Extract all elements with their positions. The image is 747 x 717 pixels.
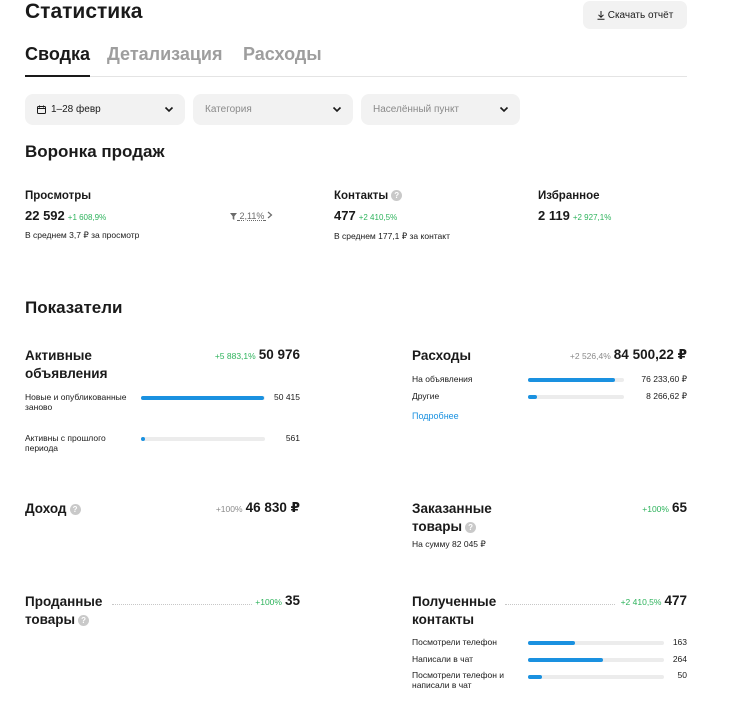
- bar-fill: [528, 641, 575, 645]
- bar-fill: [528, 395, 538, 399]
- locality-placeholder: Населённый пункт: [373, 104, 460, 115]
- ordered-note: На сумму 82 045 ₽: [412, 539, 486, 549]
- funnel-title: Воронка продаж: [25, 142, 165, 161]
- bar-value: 76 233,60 ₽: [641, 374, 687, 384]
- contacts-delta: +2 410,5%: [358, 213, 398, 222]
- bar-value: 163: [672, 637, 687, 647]
- expenses-head: +2 526,4% 84 500,22 ₽: [500, 347, 687, 363]
- contacts-value: 477 +2 410,5%: [334, 208, 398, 223]
- period-value: 1–28 февр: [51, 104, 101, 115]
- ordered-pct: +100%: [642, 504, 669, 514]
- chevron-down-icon: [164, 106, 174, 113]
- expenses-more-link[interactable]: Подробнее: [412, 411, 459, 421]
- chevron-right-icon: [267, 211, 273, 219]
- period-select[interactable]: 1–28 февр: [25, 94, 185, 125]
- received-contacts-title: Полученные контакты: [412, 594, 497, 627]
- indicators-title: Показатели: [25, 298, 123, 317]
- active-ads-value: 50 976: [258, 347, 300, 362]
- sold-title: Проданные товары?: [25, 594, 103, 627]
- active-ads-title: Активные объявления: [25, 348, 108, 381]
- views-label: Просмотры: [25, 190, 92, 202]
- bar-fill: [141, 437, 146, 441]
- tab-summary[interactable]: Сводка: [25, 44, 91, 77]
- bar-label: Посмотрели телефон и написали в чат: [412, 670, 505, 690]
- ordered-head: +100% 65: [560, 500, 687, 515]
- favorites-delta: +2 927,1%: [572, 213, 612, 222]
- conversion-value: 2,11%: [239, 211, 265, 221]
- help-icon[interactable]: ?: [391, 190, 403, 201]
- sold-value: 35: [284, 593, 300, 608]
- download-report-label: Скачать отчёт: [607, 9, 674, 21]
- expenses-title: Расходы: [412, 348, 472, 363]
- page-title: Статистика: [25, 0, 143, 23]
- views-delta: +1 608,9%: [67, 213, 107, 222]
- favorites-label: Избранное: [538, 190, 600, 202]
- bar-label: Другие: [412, 391, 440, 401]
- tab-bar: Сводка Детализация Расходы: [25, 44, 687, 77]
- income-pct: +100%: [215, 504, 243, 514]
- bar-label: Посмотрели телефон: [412, 637, 497, 647]
- bar-fill: [528, 658, 604, 662]
- income-head: +100% 46 830 ₽: [150, 500, 300, 516]
- bar-fill: [528, 675, 543, 679]
- expenses-pct: +2 526,4%: [569, 351, 611, 361]
- help-icon[interactable]: ?: [465, 522, 477, 533]
- locality-select[interactable]: Населённый пункт: [361, 94, 520, 125]
- sold-pct: +100%: [255, 597, 282, 607]
- bar-label: Активны с прошлого периода: [25, 433, 106, 453]
- received-contacts-head: +2 410,5% 477: [560, 593, 687, 608]
- income-value: 46 830 ₽: [245, 500, 300, 515]
- contacts-sub: В среднем 177,1 ₽ за контакт: [334, 231, 450, 241]
- active-ads-head: +5 883,1% 50 976: [150, 347, 300, 362]
- bar-value: 264: [672, 654, 687, 664]
- bar-label: Новые и опубликованные заново: [25, 392, 127, 412]
- funnel-icon: [230, 213, 237, 220]
- expenses-value: 84 500,22 ₽: [613, 347, 687, 362]
- calendar-icon: [37, 105, 46, 114]
- received-contacts-value: 477: [664, 593, 687, 608]
- bar-value: 8 266,62 ₽: [646, 391, 687, 401]
- chevron-down-icon: [499, 106, 509, 113]
- ordered-value: 65: [671, 500, 687, 515]
- category-select[interactable]: Категория: [193, 94, 353, 125]
- views-value: 22 592 +1 608,9%: [25, 208, 107, 223]
- bar-fill: [528, 378, 615, 382]
- contacts-label: Контакты?: [334, 190, 403, 202]
- received-contacts-pct: +2 410,5%: [620, 597, 662, 607]
- sold-head: +100% 35: [200, 593, 300, 608]
- tab-expenses[interactable]: Расходы: [243, 44, 322, 65]
- active-ads-pct: +5 883,1%: [214, 351, 256, 361]
- income-title: Доход?: [25, 500, 81, 518]
- bar-label: На объявления: [412, 374, 473, 384]
- tab-details[interactable]: Детализация: [107, 44, 223, 65]
- favorites-value: 2 119 +2 927,1%: [538, 208, 612, 223]
- bar-value: 50: [677, 670, 687, 680]
- help-icon[interactable]: ?: [78, 615, 90, 626]
- bar-label: Написали в чат: [412, 654, 474, 664]
- ordered-title: Заказанные товары?: [412, 501, 492, 534]
- help-icon[interactable]: ?: [69, 504, 81, 515]
- download-report-button[interactable]: Скачать отчёт: [583, 1, 687, 29]
- category-placeholder: Категория: [205, 104, 252, 115]
- views-sub: В среднем 3,7 ₽ за просмотр: [25, 230, 140, 240]
- bar-value: 561: [285, 433, 300, 443]
- conversion-link[interactable]: 2,11%: [230, 211, 273, 221]
- download-icon: [597, 10, 605, 20]
- chevron-down-icon: [332, 106, 342, 113]
- bar-value: 50 415: [274, 392, 300, 402]
